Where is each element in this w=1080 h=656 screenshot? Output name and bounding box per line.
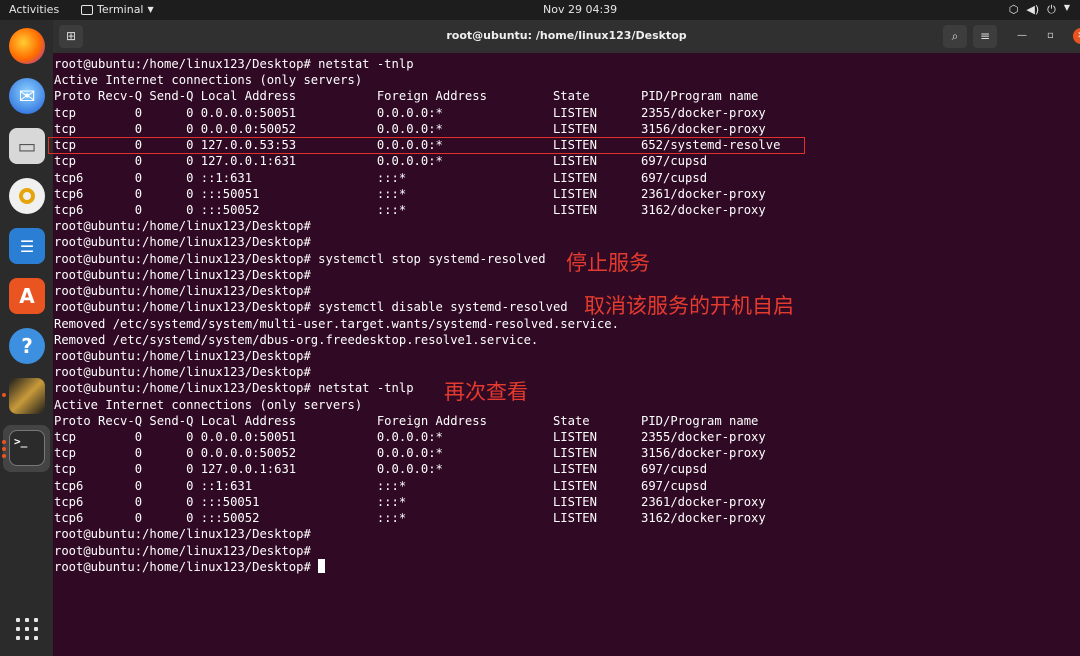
terminal-line: root@ubuntu:/home/linux123/Desktop# [54,365,311,380]
terminal-icon [81,4,93,15]
terminal-line: tcp6 0 0 :::50051 :::* LISTEN 2361/docke… [54,186,766,201]
search-button[interactable]: ⌕ [943,25,967,48]
top-bar: Activities Terminal ▼ Nov 29 04:39 ⬡ ◀) … [0,0,1080,20]
terminal-line: root@ubuntu:/home/linux123/Desktop# nets… [54,57,414,71]
window-titlebar[interactable]: ⊞ root@ubuntu: /home/linux123/Desktop ⌕ … [53,20,1080,53]
terminal-line: tcp 0 0 0.0.0.0:50052 0.0.0.0:* LISTEN 3… [54,446,766,461]
clock[interactable]: Nov 29 04:39 [543,3,617,16]
terminal-line: Proto Recv-Q Send-Q Local Address Foreig… [54,413,759,428]
files-icon[interactable]: ▭ [9,128,45,164]
help-icon[interactable]: ? [9,328,45,364]
software-icon[interactable]: A [9,278,45,314]
running-indicator [2,454,6,458]
annotation-check-again: 再次查看 [444,380,528,404]
chevron-down-icon: ▼ [147,5,154,14]
terminal-line: tcp 0 0 0.0.0.0:50051 0.0.0.0:* LISTEN 2… [54,105,766,120]
terminal-line: tcp6 0 0 ::1:631 :::* LISTEN 697/cupsd [54,478,708,493]
terminal-line: Active Internet connections (only server… [54,73,363,88]
terminal-line: tcp6 0 0 :::50052 :::* LISTEN 3162/docke… [54,202,766,217]
annotation-stop-service: 停止服务 [566,251,650,275]
terminal-line: root@ubuntu:/home/linux123/Desktop# [54,267,311,282]
terminal-line: Proto Recv-Q Send-Q Local Address Foreig… [54,89,759,104]
show-applications-icon[interactable] [16,618,38,640]
app-menu[interactable]: Terminal ▼ [81,3,154,16]
running-indicator [2,440,6,444]
user-app-icon[interactable] [9,378,45,414]
power-icon: ⏻ [1047,3,1056,16]
minimize-button[interactable]: — [1017,30,1027,41]
writer-icon[interactable]: ☰ [9,228,45,264]
network-icon: ⬡ [1008,3,1019,16]
menu-button[interactable]: ≡ [973,25,997,48]
hamburger-icon: ≡ [979,29,991,43]
running-indicator [2,447,6,451]
rhythmbox-icon[interactable] [9,178,45,214]
terminal-line: Active Internet connections (only server… [54,397,363,412]
terminal-line: tcp6 0 0 :::50052 :::* LISTEN 3162/docke… [54,511,766,526]
terminal-line: root@ubuntu:/home/linux123/Desktop# [54,527,311,542]
terminal-line: tcp6 0 0 :::50051 :::* LISTEN 2361/docke… [54,494,766,509]
dock: ✉ ▭ ☰ A ? >_ [0,20,53,656]
chevron-down-icon: ▼ [1063,3,1070,12]
search-icon: ⌕ [951,29,959,43]
terminal-line: tcp 0 0 127.0.0.1:631 0.0.0.0:* LISTEN 6… [54,462,708,477]
terminal-line: tcp 0 0 0.0.0.0:50051 0.0.0.0:* LISTEN 2… [54,430,766,445]
thunderbird-icon[interactable]: ✉ [9,78,45,114]
window-title: root@ubuntu: /home/linux123/Desktop [446,29,687,42]
terminal-prompt-line[interactable]: root@ubuntu:/home/linux123/Desktop# [54,558,780,575]
highlight-box [48,137,805,154]
terminal-line: tcp6 0 0 ::1:631 :::* LISTEN 697/cupsd [54,170,708,185]
terminal-line: Removed /etc/systemd/system/dbus-org.fre… [54,332,539,347]
terminal-line: root@ubuntu:/home/linux123/Desktop# nets… [54,381,414,396]
annotation-disable-autostart: 取消该服务的开机自启 [584,294,794,318]
terminal-app-icon[interactable]: >_ [9,430,45,466]
volume-icon: ◀) [1026,3,1040,16]
activities-button[interactable]: Activities [9,3,59,16]
terminal-line: tcp 0 0 127.0.0.1:631 0.0.0.0:* LISTEN 6… [54,154,708,169]
app-menu-label: Terminal [97,3,144,16]
terminal-line: root@ubuntu:/home/linux123/Desktop# [54,235,311,250]
firefox-icon[interactable] [9,28,45,64]
text-cursor [318,558,326,573]
terminal-prompt: root@ubuntu:/home/linux123/Desktop# [54,559,311,574]
running-indicator [2,393,6,397]
terminal-line: root@ubuntu:/home/linux123/Desktop# [54,219,311,234]
terminal-line: root@ubuntu:/home/linux123/Desktop# [54,348,311,363]
terminal-line: root@ubuntu:/home/linux123/Desktop# syst… [54,251,546,266]
terminal-line: root@ubuntu:/home/linux123/Desktop# [54,543,311,558]
system-tray[interactable]: ⬡ ◀) ⏻ ▼ [1009,3,1070,17]
maximize-button[interactable]: ▫ [1047,30,1054,41]
terminal-line: tcp 0 0 0.0.0.0:50052 0.0.0.0:* LISTEN 3… [54,121,766,136]
